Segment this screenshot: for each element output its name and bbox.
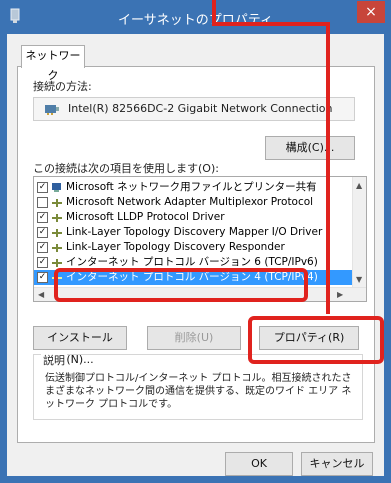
network-component-icon — [52, 229, 62, 237]
list-item[interactable]: ✓ Microsoft LLDP Protocol Driver — [34, 210, 352, 225]
list-item-label: Microsoft LLDP Protocol Driver — [66, 211, 225, 223]
list-item[interactable]: Microsoft Network Adapter Multiplexor Pr… — [34, 195, 352, 210]
checkbox[interactable]: ✓ — [37, 272, 48, 283]
scroll-right-icon[interactable]: ▶ — [337, 290, 343, 299]
list-item-label: Link-Layer Topology Discovery Responder — [66, 241, 285, 253]
list-item[interactable]: ✓ Link-Layer Topology Discovery Mapper I… — [34, 225, 352, 240]
network-component-icon — [52, 199, 62, 207]
list-item-label: Microsoft ネットワーク用ファイルとプリンター共有 — [66, 181, 317, 193]
items-label: この接続は次の項目を使用します(O): — [33, 162, 219, 175]
uninstall-button: 削除(U) — [147, 326, 241, 350]
network-component-icon — [52, 244, 62, 252]
network-card-icon — [45, 105, 59, 115]
adapter-name: Intel(R) 82566DC-2 Gigabit Network Conne… — [68, 102, 333, 115]
checkbox[interactable]: ✓ — [37, 212, 48, 223]
connect-using-label: 接続の方法: — [33, 80, 92, 93]
checkbox[interactable]: ✓ — [37, 182, 48, 193]
configure-button[interactable]: 構成(C)... — [265, 136, 355, 160]
title-bar[interactable]: イーサネットのプロパティ × — [0, 0, 391, 34]
install-button[interactable]: インストール(N)... — [33, 326, 127, 366]
scroll-left-icon[interactable]: ◀ — [38, 290, 44, 299]
checkbox[interactable]: ✓ — [37, 257, 48, 268]
list-item[interactable]: ✓ Microsoft ネットワーク用ファイルとプリンター共有 — [34, 180, 352, 195]
list-item-label: Link-Layer Topology Discovery Mapper I/O… — [66, 226, 323, 238]
annotation-line — [212, 22, 330, 26]
list-item[interactable]: ✓ Link-Layer Topology Discovery Responde… — [34, 240, 352, 255]
checkbox[interactable]: ✓ — [37, 227, 48, 238]
window-bottom-border — [7, 476, 384, 483]
description-label: 説明 — [41, 352, 67, 368]
description-text: 伝送制御プロトコル/インターネット プロトコル。相互接続されたさまざまなネットワ… — [45, 373, 352, 410]
cancel-button[interactable]: キャンセル — [301, 452, 373, 476]
window-title: イーサネットのプロパティ — [118, 13, 273, 28]
scroll-down-icon[interactable]: ▼ — [356, 275, 362, 284]
highlight-ipv4-item — [54, 268, 308, 302]
network-component-icon — [52, 183, 61, 192]
checkbox[interactable]: ✓ — [37, 242, 48, 253]
highlight-properties-button — [248, 316, 384, 364]
tab-network[interactable]: ネットワーク — [21, 45, 85, 82]
close-button[interactable]: × — [357, 1, 385, 23]
vertical-scrollbar[interactable]: ▲ ▼ — [352, 177, 366, 287]
adapter-box: Intel(R) 82566DC-2 Gigabit Network Conne… — [33, 97, 355, 121]
network-component-icon — [52, 259, 62, 267]
ok-button[interactable]: OK — [225, 452, 293, 476]
list-item-label: Microsoft Network Adapter Multiplexor Pr… — [66, 196, 314, 208]
annotation-line — [326, 22, 330, 314]
network-component-icon — [52, 214, 62, 222]
scroll-up-icon[interactable]: ▲ — [356, 181, 362, 190]
checkbox[interactable] — [37, 197, 48, 208]
